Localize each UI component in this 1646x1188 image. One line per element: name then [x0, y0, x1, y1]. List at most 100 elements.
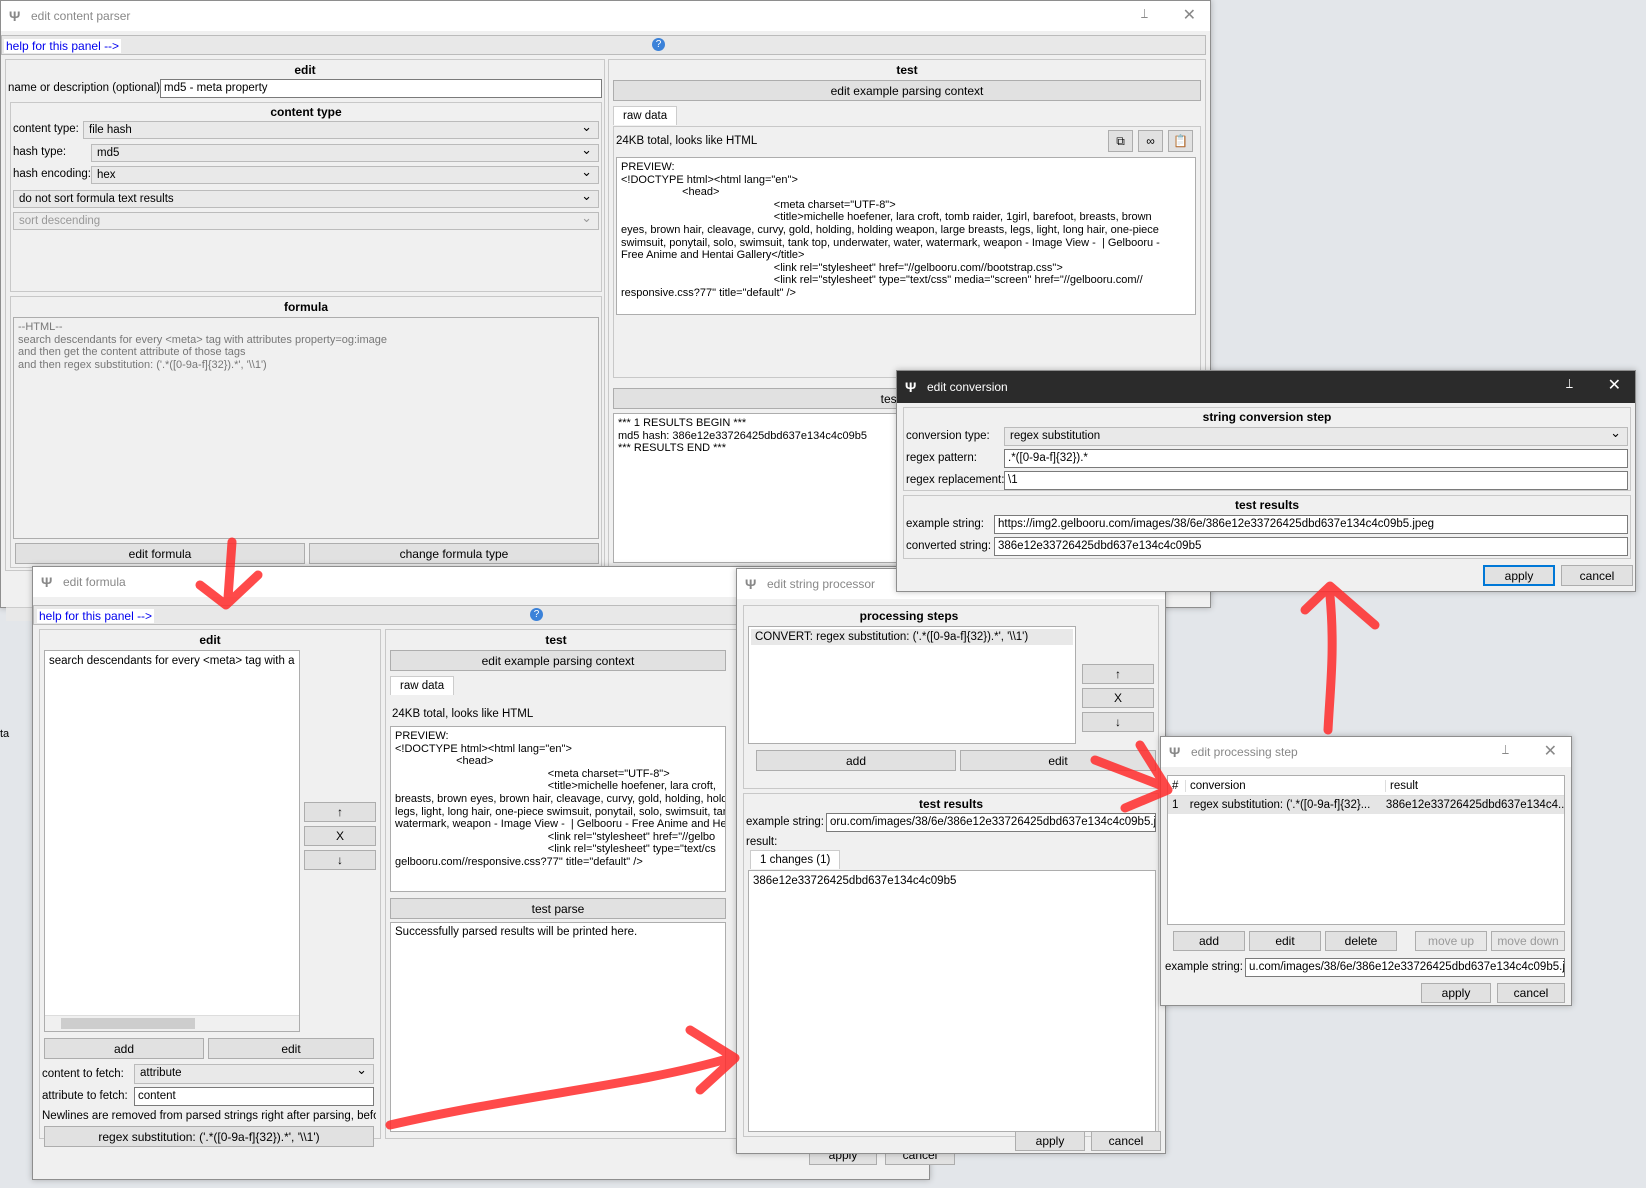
edit-parsing-context-button[interactable]: edit example parsing context: [613, 80, 1201, 101]
close-icon[interactable]: ✕: [1544, 741, 1557, 761]
content-to-fetch-select[interactable]: attribute: [134, 1064, 374, 1084]
formula-edit-panel: edit search descendants for every <meta>…: [39, 629, 381, 1147]
move-down-button[interactable]: ↓: [304, 850, 376, 870]
list-item[interactable]: CONVERT: regex substitution: ('.*([0-9a-…: [751, 629, 1073, 645]
result-output: 386e12e33726425dbd637e134c4c09b5: [748, 870, 1156, 1132]
hash-type-select[interactable]: md5: [91, 144, 599, 162]
move-up-button[interactable]: ↑: [1082, 664, 1154, 684]
column-header[interactable]: #: [1168, 779, 1186, 792]
hash-encoding-select[interactable]: hex: [91, 166, 599, 184]
change-formula-type-button[interactable]: change formula type: [309, 543, 599, 564]
edit-header: edit: [294, 63, 316, 77]
close-icon[interactable]: ✕: [1608, 375, 1621, 395]
edit-parsing-context-button[interactable]: edit example parsing context: [390, 650, 726, 671]
edit-string-processor-window: Ψ edit string processor processing steps…: [736, 568, 1166, 1154]
arrow-up-to-conversion: [1300, 581, 1380, 735]
formula-list: search descendants for every <meta> tag …: [44, 650, 300, 1032]
edit-formula-button[interactable]: edit formula: [15, 543, 305, 564]
paste-icon[interactable]: 📋: [1168, 130, 1193, 152]
example-string-label: example string:: [1165, 961, 1243, 973]
formula-test-panel: test edit example parsing context raw da…: [385, 629, 775, 1139]
hash-encoding-label: hash encoding:: [13, 168, 92, 180]
regex-pattern-input[interactable]: .*([0-9a-f]{32}).*: [1004, 449, 1628, 468]
tab-raw-data[interactable]: raw data: [613, 106, 678, 125]
sort-select[interactable]: do not sort formula text results: [13, 190, 599, 208]
attribute-to-fetch-input[interactable]: content: [134, 1087, 374, 1106]
add-button[interactable]: add: [1173, 931, 1245, 951]
window-title: edit formula: [63, 575, 126, 589]
table-row[interactable]: 1 regex substitution: ('.*([0-9a-f]{32}.…: [1168, 796, 1564, 814]
close-icon[interactable]: ✕: [1183, 5, 1196, 25]
add-button[interactable]: add: [756, 750, 956, 771]
background-label: ta: [0, 728, 10, 740]
conversion-header: string conversion step: [1202, 410, 1332, 424]
help-link[interactable]: help for this panel -->: [37, 609, 155, 623]
remove-button[interactable]: X: [1082, 688, 1154, 708]
regex-replacement-label: regex replacement:: [906, 474, 1005, 486]
apply-button[interactable]: apply: [1015, 1131, 1085, 1151]
edit-button[interactable]: edit: [1249, 931, 1321, 951]
copy-icon[interactable]: ⧉: [1108, 130, 1133, 152]
test-parse-button[interactable]: test parse: [390, 898, 726, 919]
converted-string-label: converted string:: [906, 540, 992, 552]
cancel-button[interactable]: cancel: [1091, 1131, 1161, 1151]
apply-button[interactable]: apply: [1421, 983, 1491, 1003]
remove-button[interactable]: X: [304, 826, 376, 846]
newline-note: Newlines are removed from parsed strings…: [42, 1110, 376, 1122]
edit-button[interactable]: edit: [208, 1038, 374, 1059]
test-results-group: test results example string: https://img…: [903, 495, 1631, 559]
hash-type-label: hash type:: [13, 146, 67, 158]
add-button[interactable]: add: [44, 1038, 204, 1059]
help-bar: help for this panel --> ?: [1, 35, 1206, 55]
move-up-button: move up: [1415, 931, 1487, 951]
pin-icon[interactable]: ⟘: [1566, 377, 1573, 392]
content-type-select[interactable]: file hash: [83, 121, 599, 139]
pin-icon[interactable]: ⟘: [1502, 743, 1509, 758]
window-title: edit content parser: [31, 9, 131, 23]
content-type-header: content type: [270, 105, 342, 119]
apply-button[interactable]: apply: [1483, 565, 1555, 586]
tab-changes[interactable]: 1 changes (1): [750, 850, 841, 869]
move-down-button: move down: [1491, 931, 1565, 951]
table-cell: 386e12e33726425dbd637e134c4...: [1385, 799, 1564, 811]
example-string-input[interactable]: https://img2.gelbooru.com/images/38/6e/3…: [994, 515, 1628, 534]
processing-steps-group: processing steps CONVERT: regex substitu…: [743, 605, 1159, 789]
cancel-button[interactable]: cancel: [1497, 983, 1565, 1003]
example-string-input[interactable]: u.com/images/38/6e/386e12e33726425dbd637…: [1245, 958, 1565, 977]
list-item[interactable]: search descendants for every <meta> tag …: [45, 651, 299, 671]
pin-icon[interactable]: ⟘: [1141, 7, 1148, 22]
test-results-group: test results example string: oru.com/ima…: [743, 793, 1159, 1137]
move-up-button[interactable]: ↑: [304, 802, 376, 822]
help-icon[interactable]: ?: [530, 608, 543, 621]
parse-results: Successfully parsed results will be prin…: [390, 922, 726, 1132]
delete-button[interactable]: delete: [1325, 931, 1397, 951]
size-label: 24KB total, looks like HTML: [616, 135, 758, 147]
content-type-group: content type content type: file hash has…: [10, 102, 602, 292]
attribute-to-fetch-label: attribute to fetch:: [42, 1090, 128, 1102]
example-string-input[interactable]: oru.com/images/38/6e/386e12e33726425dbd6…: [826, 813, 1156, 832]
link-icon[interactable]: ∞: [1138, 130, 1163, 152]
string-processor-button[interactable]: regex substitution: ('.*([0-9a-f]{32}).*…: [44, 1126, 374, 1147]
regex-replacement-input[interactable]: \1: [1004, 471, 1628, 490]
app-logo-icon: Ψ: [905, 379, 917, 395]
regex-pattern-label: regex pattern:: [906, 452, 977, 464]
app-logo-icon: Ψ: [745, 576, 757, 592]
column-header[interactable]: result: [1386, 780, 1418, 792]
edit-panel: edit name or description (optional): md5…: [5, 59, 606, 621]
steps-table: # conversion result 1 regex substitution…: [1167, 775, 1565, 925]
cancel-button[interactable]: cancel: [1561, 565, 1633, 586]
tab-raw-data[interactable]: raw data: [390, 676, 455, 695]
help-link[interactable]: help for this panel -->: [4, 39, 122, 53]
column-header[interactable]: conversion: [1186, 779, 1386, 792]
help-icon[interactable]: ?: [652, 38, 665, 51]
move-down-button[interactable]: ↓: [1082, 712, 1154, 732]
conversion-type-select[interactable]: regex substitution: [1004, 427, 1628, 446]
converted-string-output: 386e12e33726425dbd637e134c4c09b5: [994, 537, 1628, 556]
edit-button[interactable]: edit: [960, 750, 1156, 771]
edit-conversion-window: Ψ edit conversion ⟘ ✕ string conversion …: [896, 370, 1636, 592]
raw-data-pane: 24KB total, looks like HTML ⧉ ∞ 📋 PREVIE…: [613, 126, 1201, 378]
horizontal-scrollbar[interactable]: [45, 1015, 299, 1031]
window-title: edit processing step: [1191, 745, 1298, 759]
conversion-step-group: string conversion step conversion type: …: [903, 407, 1631, 491]
name-input[interactable]: md5 - meta property: [160, 79, 602, 98]
